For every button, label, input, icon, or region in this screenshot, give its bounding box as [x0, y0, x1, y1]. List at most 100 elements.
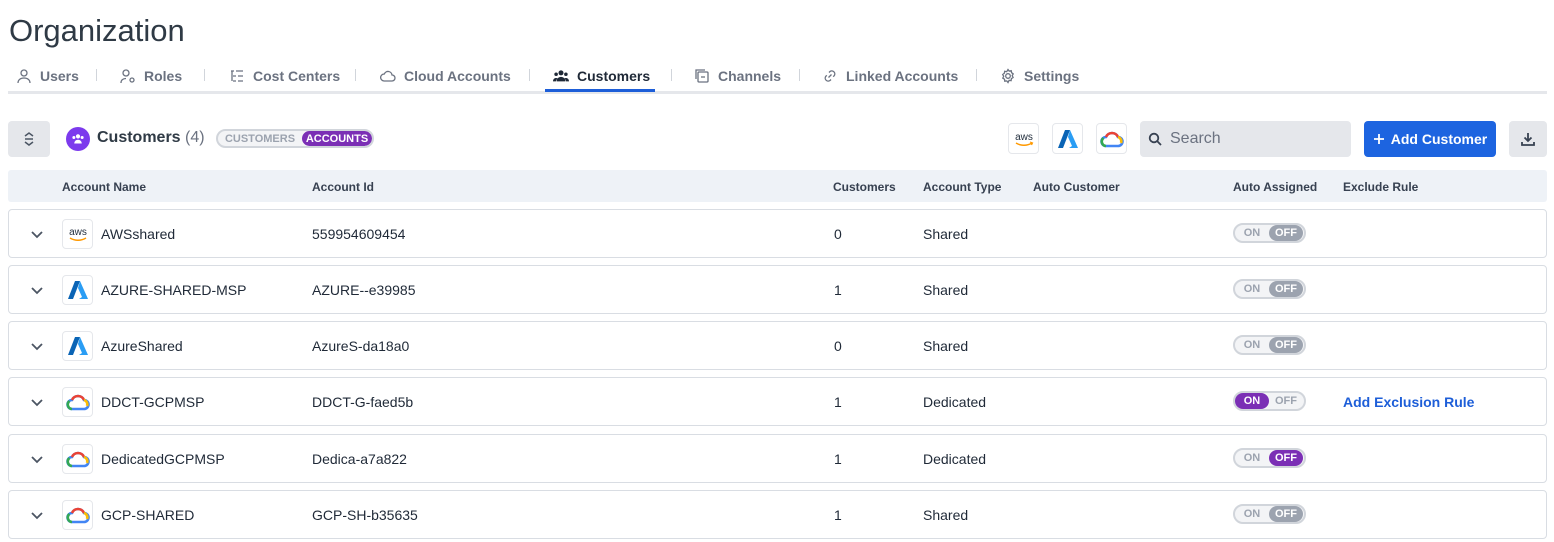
table-row[interactable]: DDCT-GCPMSP DDCT-G-faed5b 1 Dedicated ON…: [8, 377, 1547, 426]
column-auto-customer[interactable]: Auto Customer: [1033, 180, 1120, 194]
tab-divider: [204, 69, 205, 81]
switch-off-label: OFF: [1269, 337, 1303, 353]
switch-on-label: ON: [1243, 339, 1261, 351]
add-customer-button[interactable]: Add Customer: [1364, 121, 1496, 157]
expand-collapse-button[interactable]: [8, 121, 50, 157]
account-name: GCP-SHARED: [101, 507, 195, 523]
gcp-filter-button[interactable]: [1096, 123, 1127, 154]
tab-divider: [529, 69, 530, 81]
azure-filter-button[interactable]: [1052, 123, 1083, 154]
gcp-logo: [62, 387, 93, 417]
account-type: Shared: [923, 507, 969, 523]
column-customers[interactable]: Customers: [833, 180, 896, 194]
tab-users[interactable]: Users: [16, 60, 79, 91]
aws-logo: aws: [62, 219, 93, 249]
chevron-down-icon[interactable]: [29, 507, 45, 523]
account-id: AZURE--e39985: [312, 282, 416, 298]
account-type: Dedicated: [923, 451, 987, 467]
account-name: AWSshared: [101, 226, 176, 242]
column-auto-assigned[interactable]: Auto Assigned: [1233, 180, 1317, 194]
tab-linked-accounts[interactable]: Linked Accounts: [822, 60, 958, 91]
auto-assigned-switch[interactable]: ON OFF: [1233, 448, 1306, 468]
tab-roles[interactable]: Roles: [120, 60, 182, 91]
switch-off-label: OFF: [1269, 281, 1303, 297]
account-name: AZURE-SHARED-MSP: [101, 282, 247, 298]
tab-settings[interactable]: Settings: [1000, 60, 1079, 91]
azure-logo-icon: [67, 281, 88, 299]
azure-logo-icon: [67, 337, 88, 355]
table-row[interactable]: AzureShared AzureS-da18a0 0 Shared ON OF…: [8, 321, 1547, 370]
customer-count-cell: 0: [834, 226, 842, 242]
tab-cost-centers[interactable]: Cost Centers: [229, 60, 340, 91]
switch-on-label: ON: [1243, 508, 1261, 520]
aws-logo-icon: aws: [69, 227, 87, 241]
tab-divider: [96, 69, 97, 81]
switch-off-label: OFF: [1275, 395, 1297, 407]
customer-count-cell: 0: [834, 338, 842, 354]
channels-icon: [695, 68, 709, 83]
account-type: Shared: [923, 282, 969, 298]
aws-filter-button[interactable]: aws: [1008, 123, 1039, 154]
column-exclude-rule[interactable]: Exclude Rule: [1343, 180, 1418, 194]
download-icon: [1521, 133, 1535, 146]
azure-logo-icon: [1057, 129, 1078, 148]
auto-assigned-switch[interactable]: ON OFF: [1233, 279, 1306, 299]
users-icon: [553, 69, 569, 81]
active-tab-indicator: [545, 89, 655, 92]
gcp-logo: [62, 444, 93, 474]
table-row[interactable]: AZURE-SHARED-MSP AZURE--e39985 1 Shared …: [8, 265, 1547, 314]
tab-divider: [976, 69, 977, 81]
table-row[interactable]: aws AWSshared 559954609454 0 Shared ON O…: [8, 209, 1547, 258]
customer-count-cell: 1: [834, 394, 842, 410]
account-type: Dedicated: [923, 394, 987, 410]
chevron-down-icon[interactable]: [29, 394, 45, 410]
sort-arrows-icon: [24, 132, 34, 146]
tab-customers[interactable]: Customers: [553, 60, 650, 91]
customers-icon: [66, 127, 90, 151]
switch-off-label: OFF: [1269, 450, 1303, 466]
auto-assigned-switch[interactable]: ON OFF: [1233, 223, 1306, 243]
chevron-down-icon[interactable]: [29, 282, 45, 298]
add-exclusion-rule-link[interactable]: Add Exclusion Rule: [1343, 394, 1474, 410]
auto-assigned-switch[interactable]: ON OFF: [1233, 391, 1306, 411]
cloud-icon: [380, 70, 396, 82]
account-id: GCP-SH-b35635: [312, 507, 418, 523]
chevron-down-icon[interactable]: [29, 226, 45, 242]
azure-logo: [62, 275, 93, 305]
table-header: Account Name Account Id Customers Accoun…: [8, 170, 1547, 202]
section-title-text: Customers: [97, 129, 181, 146]
search-input[interactable]: [1170, 130, 1340, 148]
account-id: Dedica-a7a822: [312, 451, 407, 467]
view-mode-toggle[interactable]: CUSTOMERS ACCOUNTS: [216, 129, 374, 148]
column-account-name[interactable]: Account Name: [62, 180, 146, 194]
column-account-id[interactable]: Account Id: [312, 180, 374, 194]
search-field[interactable]: [1140, 121, 1351, 157]
chevron-down-icon[interactable]: [29, 451, 45, 467]
toggle-accounts-option[interactable]: ACCOUNTS: [302, 131, 372, 146]
account-type: Shared: [923, 338, 969, 354]
account-name: DedicatedGCPMSP: [101, 451, 225, 467]
table-row[interactable]: GCP-SHARED GCP-SH-b35635 1 Shared ON OFF: [8, 490, 1547, 539]
switch-off-label: OFF: [1269, 506, 1303, 522]
tab-divider: [671, 69, 672, 81]
customer-count-cell: 1: [834, 507, 842, 523]
column-account-type[interactable]: Account Type: [923, 180, 1001, 194]
customer-count: (4): [185, 129, 205, 146]
tab-channels[interactable]: Channels: [694, 60, 781, 91]
switch-on-label: ON: [1235, 393, 1269, 409]
auto-assigned-switch[interactable]: ON OFF: [1233, 504, 1306, 524]
plus-icon: [1373, 134, 1384, 144]
chevron-down-icon[interactable]: [29, 338, 45, 354]
customer-count-cell: 1: [834, 451, 842, 467]
table-row[interactable]: DedicatedGCPMSP Dedica-a7a822 1 Dedicate…: [8, 434, 1547, 483]
download-button[interactable]: [1509, 121, 1547, 157]
toggle-customers-option[interactable]: CUSTOMERS: [218, 133, 302, 145]
gcp-logo-icon: [1099, 131, 1124, 147]
svg-text:aws: aws: [69, 227, 87, 238]
gcp-logo-icon: [65, 394, 90, 411]
aws-logo-icon: aws: [1015, 132, 1033, 146]
account-type: Shared: [923, 226, 969, 242]
auto-assigned-switch[interactable]: ON OFF: [1233, 335, 1306, 355]
tab-cloud-accounts[interactable]: Cloud Accounts: [380, 60, 511, 91]
gcp-logo-icon: [65, 507, 90, 524]
